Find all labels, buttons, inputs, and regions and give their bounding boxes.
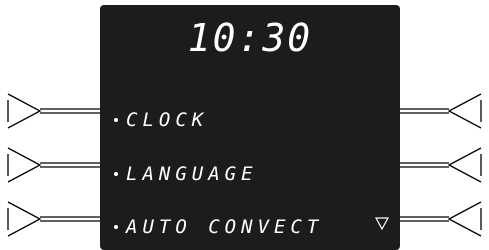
bullet-icon — [114, 117, 118, 122]
left-button-language[interactable] — [7, 147, 100, 183]
menu-item-label: AUTO CONVECT — [126, 216, 324, 238]
right-button-clock[interactable] — [400, 93, 482, 129]
menu-item-clock[interactable]: CLOCK — [114, 108, 208, 132]
right-button-language[interactable] — [400, 147, 482, 183]
menu-item-auto-convect[interactable]: AUTO CONVECT — [114, 215, 323, 239]
bullet-icon — [114, 224, 118, 229]
triangle-down-icon[interactable] — [374, 213, 390, 233]
right-button-auto-convect[interactable] — [400, 201, 482, 237]
left-button-clock[interactable] — [7, 93, 100, 129]
left-button-auto-convect[interactable] — [7, 201, 100, 237]
menu-item-language[interactable]: LANGUAGE — [114, 162, 258, 186]
menu-item-label: LANGUAGE — [126, 163, 258, 185]
menu-item-label: CLOCK — [126, 109, 209, 131]
bullet-icon — [114, 171, 118, 176]
clock-time: 10:30 — [187, 16, 313, 60]
control-display: 10:30 CLOCK LANGUAGE AUTO CONVECT — [100, 5, 400, 250]
